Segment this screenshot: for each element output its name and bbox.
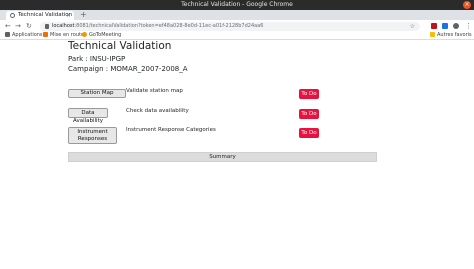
bookmark-star-icon[interactable]: ☆ — [410, 22, 415, 31]
apps-grid-icon — [5, 32, 10, 37]
campaign-label: Campaign : MOMAR_2007-2008_A — [68, 65, 188, 73]
bookmark-label: GoToMeeting — [89, 32, 122, 38]
bookmark-label: Applications — [12, 32, 43, 38]
folder-icon — [430, 32, 435, 37]
button-label-line1: Instrument — [77, 128, 108, 135]
page-title: Technical Validation — [68, 40, 172, 52]
instrument-responses-button[interactable]: Instrument Responses — [68, 127, 117, 144]
reload-button[interactable]: ↻ — [26, 20, 32, 32]
station-map-status-badge[interactable]: To Do — [299, 89, 319, 99]
tab-strip: Technical Validation × — [0, 10, 474, 20]
profile-avatar-icon[interactable] — [453, 23, 459, 29]
data-availability-status-badge[interactable]: To Do — [299, 109, 319, 119]
instrument-responses-status-badge[interactable]: To Do — [299, 128, 319, 138]
other-bookmarks-label: Autres favoris — [437, 32, 472, 38]
bookmarks-bar: Applications Mise en route GoToMeeting A… — [0, 32, 474, 40]
window-title: Technical Validation - Google Chrome — [181, 1, 293, 8]
new-tab-button[interactable]: + — [80, 10, 87, 20]
bookmark-apps[interactable]: Applications — [5, 32, 43, 39]
window-titlebar: Technical Validation - Google Chrome × — [0, 0, 474, 10]
extension-icon[interactable] — [431, 23, 437, 29]
station-map-button[interactable]: Station Map — [68, 89, 126, 98]
other-bookmarks[interactable]: Autres favoris — [430, 32, 472, 39]
tab-close-button[interactable]: × — [66, 11, 71, 20]
back-button[interactable]: ← — [5, 20, 11, 32]
window-close-button[interactable]: × — [463, 1, 471, 9]
info-icon — [45, 24, 49, 29]
tab-title: Technical Validation — [18, 12, 73, 18]
globe-icon — [10, 13, 15, 18]
url-text: localhost:8081/technicalValidation?token… — [52, 22, 392, 31]
url-host: localhost — [52, 23, 75, 29]
gotomeeting-icon — [82, 32, 87, 37]
menu-kebab-icon[interactable]: ⋮ — [465, 20, 472, 32]
data-availability-button[interactable]: Data Availability — [68, 108, 108, 124]
browser-tab[interactable]: Technical Validation × — [6, 11, 74, 20]
browser-toolbar: ← → ↻ localhost:8081/technicalValidation… — [0, 20, 474, 32]
park-label: Park : INSU-IPGP — [68, 55, 126, 63]
button-label-line2: Responses — [77, 135, 108, 142]
bookmark-mise-en-route[interactable]: Mise en route — [43, 32, 84, 39]
instrument-responses-description: Instrument Response Categories — [126, 127, 216, 133]
forward-button[interactable]: → — [15, 20, 21, 32]
bookmark-label: Mise en route — [50, 32, 85, 38]
url-path: :8081/technicalValidation?token=ef48a028… — [74, 23, 264, 29]
address-bar[interactable]: localhost:8081/technicalValidation?token… — [40, 22, 420, 31]
bookmark-gotomeeting[interactable]: GoToMeeting — [82, 32, 121, 39]
extension-icon[interactable] — [442, 23, 448, 29]
data-availability-description: Check data availability — [126, 108, 189, 114]
summary-button[interactable]: Summary — [68, 152, 377, 162]
bookmark-favicon-icon — [43, 32, 48, 37]
station-map-description: Validate station map — [126, 88, 183, 94]
